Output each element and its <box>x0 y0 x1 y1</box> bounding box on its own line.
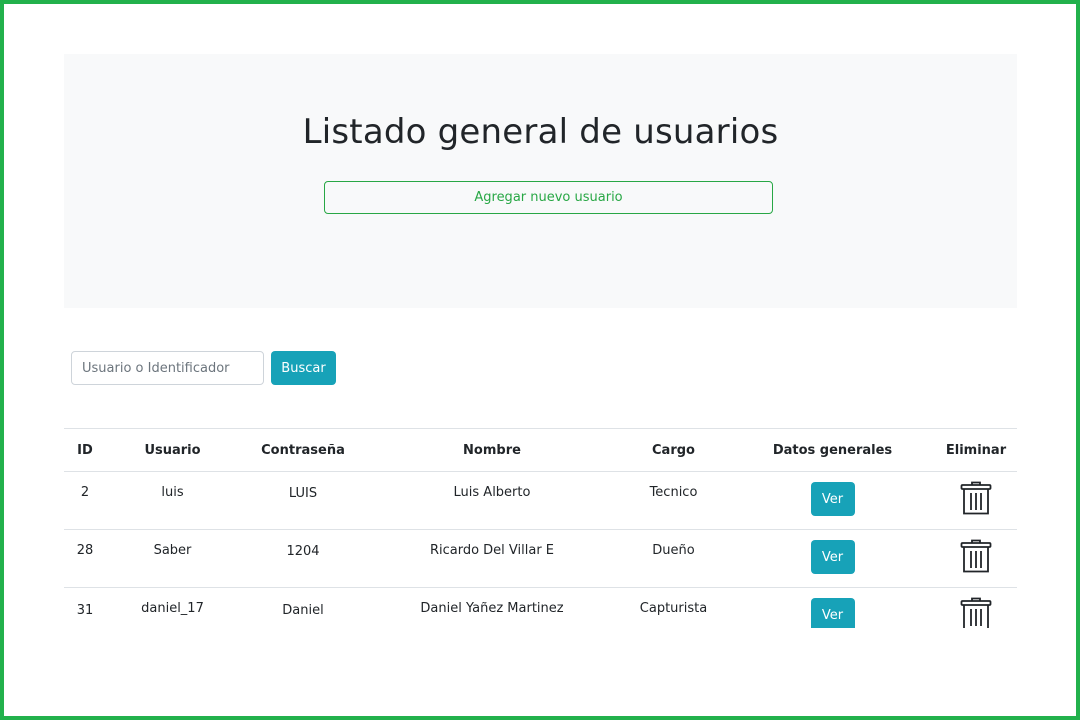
column-header-usuario: Usuario <box>106 428 239 472</box>
column-header-eliminar: Eliminar <box>935 428 1017 472</box>
column-header-contrasena: Contraseña <box>239 428 367 472</box>
ver-button[interactable]: Ver <box>810 482 855 516</box>
users-table: ID Usuario Contraseña Nombre Cargo Datos… <box>64 428 1017 628</box>
search-input[interactable] <box>71 351 264 385</box>
cell-id-text: 31 <box>76 603 94 618</box>
cell-datos: Ver <box>730 587 935 628</box>
cell-contrasena: 1204 <box>239 529 367 588</box>
table-row: 2 luis LUIS Luis Alberto Tecnico Ver <box>64 471 1017 530</box>
trash-icon[interactable] <box>960 481 992 519</box>
table-row: 28 Saber 1204 Ricardo Del Villar E Dueño… <box>64 529 1017 588</box>
ver-button[interactable]: Ver <box>810 540 855 574</box>
cell-usuario: Saber <box>106 529 239 588</box>
column-header-datos-generales: Datos generales <box>730 428 935 472</box>
column-header-cargo: Cargo <box>617 428 730 472</box>
page-title: Listado general de usuarios <box>302 112 779 152</box>
cell-id: 31 <box>64 587 106 628</box>
cell-cargo: Dueño <box>617 529 730 588</box>
cell-cargo: Tecnico <box>617 471 730 530</box>
search-button[interactable]: Buscar <box>271 351 336 385</box>
cell-contrasena-text: LUIS <box>288 486 318 501</box>
cell-contrasena: LUIS <box>239 471 367 530</box>
cell-id-text: 2 <box>80 485 90 500</box>
header-panel: Listado general de usuarios Agregar nuev… <box>64 54 1017 308</box>
cell-contrasena-text: Daniel <box>282 603 324 618</box>
trash-icon[interactable] <box>960 597 992 628</box>
users-table-container: ID Usuario Contraseña Nombre Cargo Datos… <box>64 428 1017 628</box>
cell-cargo-text: Capturista <box>639 601 708 616</box>
ver-button[interactable]: Ver <box>810 598 855 628</box>
cell-usuario: daniel_17 <box>106 587 239 628</box>
cell-nombre: Luis Alberto <box>367 471 617 530</box>
cell-contrasena-text: 1204 <box>286 544 320 559</box>
search-bar: Buscar <box>71 351 336 385</box>
cell-contrasena: Daniel <box>239 587 367 628</box>
cell-datos: Ver <box>730 529 935 588</box>
cell-eliminar <box>935 529 1017 588</box>
column-header-id: ID <box>64 428 106 472</box>
column-header-nombre: Nombre <box>367 428 617 472</box>
cell-nombre: Ricardo Del Villar E <box>367 529 617 588</box>
cell-nombre-text: Ricardo Del Villar E <box>429 543 555 558</box>
cell-usuario-text: daniel_17 <box>141 601 204 616</box>
cell-cargo: Capturista <box>617 587 730 628</box>
cell-cargo-text: Tecnico <box>649 485 698 500</box>
cell-nombre: Daniel Yañez Martinez <box>367 587 617 628</box>
cell-nombre-text: Luis Alberto <box>453 485 531 500</box>
cell-usuario-text: Saber <box>153 543 192 558</box>
add-user-button[interactable]: Agregar nuevo usuario <box>324 181 773 214</box>
table-header-row: ID Usuario Contraseña Nombre Cargo Datos… <box>64 428 1017 472</box>
cell-eliminar <box>935 587 1017 628</box>
cell-id: 2 <box>64 471 106 530</box>
cell-usuario: luis <box>106 471 239 530</box>
cell-cargo-text: Dueño <box>652 543 695 558</box>
table-row: 31 daniel_17 Daniel Daniel Yañez Martine… <box>64 587 1017 628</box>
cell-id-text: 28 <box>76 543 94 558</box>
cell-id: 28 <box>64 529 106 588</box>
cell-datos: Ver <box>730 471 935 530</box>
cell-usuario-text: luis <box>161 485 184 500</box>
cell-nombre-text: Daniel Yañez Martinez <box>420 601 564 616</box>
cell-eliminar <box>935 471 1017 530</box>
trash-icon[interactable] <box>960 539 992 577</box>
